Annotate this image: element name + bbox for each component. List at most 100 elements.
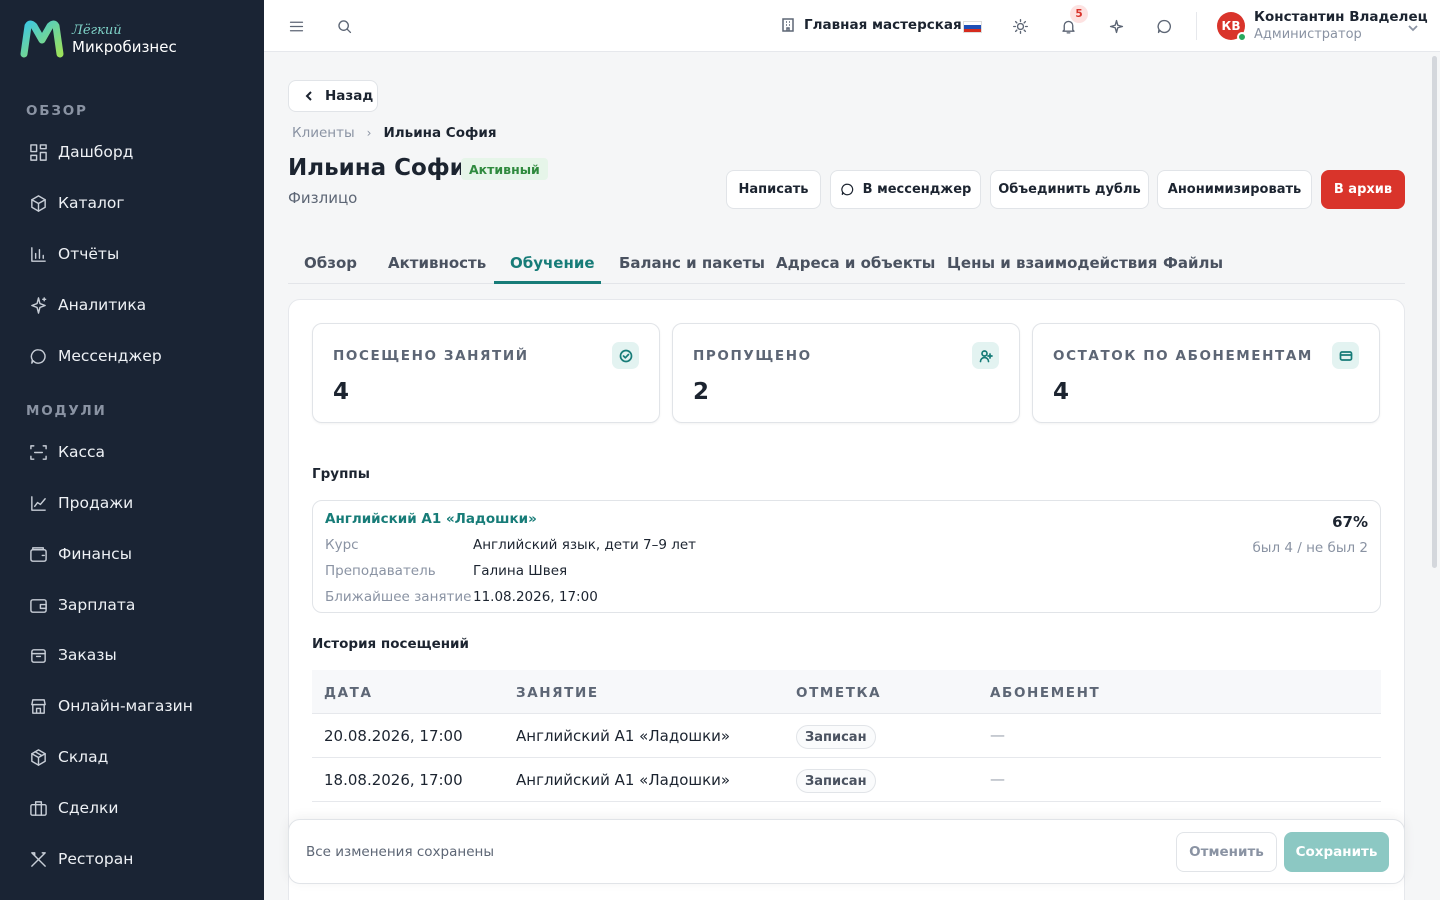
sidebar-item-label: Аналитика [58, 296, 147, 314]
group-course-label: Курс [325, 537, 359, 553]
messenger-icon [28, 346, 48, 366]
sidebar: Лёгкий Микробизнес ОБЗОР Дашборд Каталог… [0, 0, 264, 900]
orders-icon [28, 645, 48, 665]
cash-register-icon [28, 442, 48, 462]
notifications-badge: 5 [1070, 5, 1088, 23]
tab-prices[interactable]: Цены и взаимодействия [947, 254, 1157, 272]
section-modules-label: МОДУЛИ [26, 403, 107, 419]
sidebar-item-label: Ресторан [58, 850, 134, 868]
table-header: ДАТА ЗАНЯТИЕ ОТМЕТКА АБОНЕМЕНТ [312, 670, 1381, 714]
sidebar-item-warehouse[interactable]: Склад [28, 745, 108, 769]
group-next-lesson-row: Ближайшее занятие 11.08.2026, 17:00 [325, 589, 598, 605]
sidebar-item-label: Зарплата [58, 596, 136, 614]
mark-badge: Записан [796, 725, 876, 749]
chevron-down-icon[interactable] [1407, 19, 1419, 38]
chat-icon[interactable] [1154, 16, 1174, 36]
section-overview-label: ОБЗОР [26, 103, 88, 119]
dashboard-icon [28, 142, 48, 162]
sidebar-item-catalog[interactable]: Каталог [28, 191, 125, 215]
breadcrumb-clients[interactable]: Клиенты [292, 125, 355, 141]
user-menu[interactable]: Константин Владелец Администратор [1254, 9, 1428, 43]
shop-icon [28, 696, 48, 716]
column-subscription: АБОНЕМЕНТ [990, 685, 1101, 701]
sidebar-item-reports[interactable]: Отчёты [28, 242, 119, 266]
sidebar-item-dashboard[interactable]: Дашборд [28, 140, 133, 164]
sidebar-item-restaurant[interactable]: Ресторан [28, 847, 133, 871]
sidebar-item-label: Касса [58, 443, 106, 461]
reports-icon [28, 244, 48, 264]
sidebar-item-sales[interactable]: Продажи [28, 491, 133, 515]
catalog-icon [28, 193, 48, 213]
sidebar-item-orders[interactable]: Заказы [28, 643, 117, 667]
column-date: ДАТА [324, 685, 373, 701]
building-icon [782, 18, 794, 32]
tab-files[interactable]: Файлы [1163, 254, 1223, 272]
sidebar-item-analytics[interactable]: Аналитика [28, 293, 146, 317]
avatar-initials: КВ [1221, 19, 1241, 33]
back-button[interactable]: Назад [288, 80, 378, 112]
stat-label: ПРОПУЩЕНО [693, 348, 812, 364]
sales-icon [28, 493, 48, 513]
merge-duplicate-button[interactable]: Объединить дубль [990, 170, 1149, 209]
row-date: 18.08.2026, 17:00 [324, 771, 463, 789]
avatar[interactable]: КВ [1217, 12, 1247, 42]
group-card: Английский А1 «Ладошки» Курс Английский … [312, 500, 1381, 613]
cancel-button[interactable]: Отменить [1176, 832, 1277, 872]
tab-overview[interactable]: Обзор [304, 254, 357, 272]
stat-label: ПОСЕЩЕНО ЗАНЯТИЙ [333, 348, 529, 364]
write-button[interactable]: Написать [726, 170, 821, 209]
tab-addresses[interactable]: Адреса и объекты [776, 254, 935, 272]
group-teacher-value: Галина Швея [473, 563, 568, 579]
stat-card-attended: ПОСЕЩЕНО ЗАНЯТИЙ 4 [312, 323, 660, 423]
sidebar-item-salary[interactable]: Зарплата [28, 593, 135, 617]
user-name: Константин Владелец [1254, 9, 1428, 25]
history-heading: История посещений [312, 636, 469, 652]
archive-button[interactable]: В архив [1321, 170, 1405, 209]
write-label: Написать [738, 182, 809, 197]
anonymize-button[interactable]: Анонимизировать [1157, 170, 1312, 209]
check-circle-icon [612, 342, 639, 369]
sidebar-item-finance[interactable]: Финансы [28, 542, 132, 566]
sidebar-item-label: Склад [58, 748, 109, 766]
sidebar-item-messenger[interactable]: Мессенджер [28, 344, 162, 368]
save-button[interactable]: Сохранить [1284, 832, 1389, 872]
menu-icon[interactable] [286, 16, 306, 36]
sidebar-item-label: Каталог [58, 194, 125, 212]
group-course-row: Курс Английский язык, дети 7–9 лет [325, 537, 696, 553]
workshop-selector[interactable]: Главная мастерская [780, 17, 962, 33]
groups-heading: Группы [312, 466, 370, 482]
ai-sparkle-icon[interactable] [1106, 16, 1126, 36]
search-icon[interactable] [334, 16, 354, 36]
stat-card-subscription-balance: ОСТАТОК ПО АБОНЕМЕНТАМ 4 [1032, 323, 1380, 423]
theme-sun-icon[interactable] [1010, 16, 1030, 36]
language-flag-ru[interactable] [963, 21, 982, 33]
group-name-link[interactable]: Английский А1 «Ладошки» [325, 511, 537, 527]
table-row[interactable]: 20.08.2026, 17:00 Английский А1 «Ладошки… [312, 714, 1381, 758]
table-row[interactable]: 18.08.2026, 17:00 Английский А1 «Ладошки… [312, 758, 1381, 802]
attendance-summary: был 4 / не был 2 [1252, 540, 1368, 556]
tab-activity[interactable]: Активность [388, 254, 486, 272]
sidebar-item-label: Заказы [58, 646, 117, 664]
archive-label: В архив [1333, 182, 1393, 197]
tab-balance[interactable]: Баланс и пакеты [619, 254, 765, 272]
brand-line2: Микробизнес [72, 38, 177, 56]
logo-mark-icon [20, 20, 64, 58]
brand-logo[interactable]: Лёгкий Микробизнес [20, 20, 177, 58]
tab-learning[interactable]: Обучение [510, 254, 595, 272]
chevron-left-icon [305, 91, 312, 101]
sidebar-item-cash[interactable]: Касса [28, 440, 105, 464]
sidebar-item-shop[interactable]: Онлайн-магазин [28, 694, 193, 718]
save-bar: Все изменения сохранены Отменить Сохрани… [288, 819, 1405, 884]
stat-card-missed: ПРОПУЩЕНО 2 [672, 323, 1020, 423]
save-status-message: Все изменения сохранены [306, 844, 494, 860]
page-scrollbar[interactable] [1432, 56, 1437, 568]
topbar: Главная мастерская 5 КВ Константин Владе… [264, 0, 1440, 52]
row-subscription: — [990, 726, 1005, 744]
brand-line1: Лёгкий [72, 23, 122, 38]
merge-label: Объединить дубль [998, 182, 1141, 197]
sidebar-item-deals[interactable]: Сделки [28, 796, 118, 820]
online-status-dot [1237, 32, 1247, 42]
messenger-button[interactable]: В мессенджер [830, 170, 981, 209]
group-next-value: 11.08.2026, 17:00 [473, 589, 598, 605]
mark-badge: Записан [796, 769, 876, 793]
